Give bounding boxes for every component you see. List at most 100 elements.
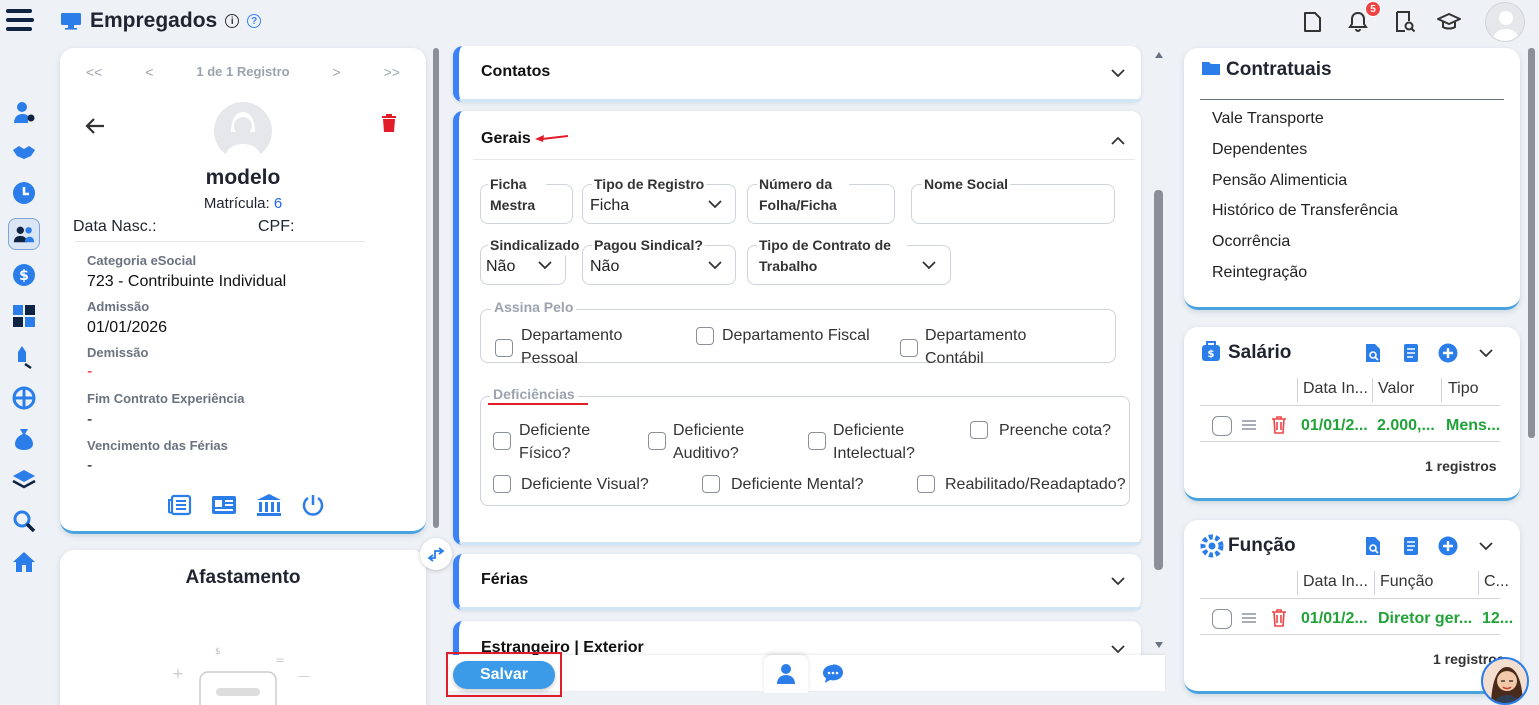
prev-record-button[interactable]: <	[145, 64, 153, 80]
checkbox-deficiente-auditivo[interactable]	[648, 432, 666, 450]
funcao-col-funcao[interactable]: Função	[1380, 573, 1433, 591]
trash-icon[interactable]	[1271, 609, 1287, 627]
graduation-cap-icon[interactable]	[1436, 9, 1462, 35]
add-icon[interactable]	[1438, 536, 1458, 556]
chat-icon[interactable]	[822, 664, 844, 684]
chevron-down-icon[interactable]	[1111, 574, 1125, 588]
salario-col-data[interactable]: Data In...	[1303, 380, 1368, 398]
svg-text:+: +	[172, 666, 184, 682]
assistant-avatar[interactable]	[1481, 657, 1529, 705]
chevron-up-icon[interactable]	[1111, 134, 1125, 148]
chevron-down-icon[interactable]	[708, 260, 722, 270]
section-gerais-title[interactable]: Gerais	[481, 130, 531, 148]
section-contatos[interactable]: Contatos	[453, 46, 1141, 102]
checkbox-reabilitado[interactable]	[917, 475, 935, 493]
handshake-icon[interactable]	[8, 136, 40, 168]
checkbox-departamento-pessoal[interactable]	[495, 339, 513, 357]
rocket-icon[interactable]	[8, 341, 40, 373]
checkbox-label-reabilitado: Reabilitado/Readaptado?	[945, 476, 1126, 493]
link-dependentes[interactable]: Dependentes	[1212, 141, 1307, 159]
page-title: Empregados i ?	[60, 9, 262, 33]
sindicalizado-value: Não	[486, 258, 516, 275]
field-value-demissao: -	[87, 363, 93, 380]
checkbox-deficiente-fisico[interactable]	[493, 432, 511, 450]
link-ocorrencia[interactable]: Ocorrência	[1212, 233, 1290, 251]
notifications-button[interactable]: 5	[1345, 1, 1381, 35]
employee-settings-icon[interactable]	[8, 96, 40, 128]
first-record-button[interactable]: <<	[86, 64, 102, 80]
last-record-button[interactable]: >>	[384, 64, 400, 80]
employees-icon[interactable]	[8, 218, 40, 250]
svg-text:$: $	[19, 268, 29, 284]
checkbox-deficiente-intelectual[interactable]	[808, 432, 826, 450]
chevron-down-icon[interactable]	[922, 260, 936, 270]
back-arrow-icon[interactable]	[84, 116, 106, 136]
document-icon[interactable]	[1299, 9, 1325, 35]
checkbox-departamento-fiscal[interactable]	[696, 327, 714, 345]
empty-illustration-icon: $ + = —	[172, 647, 310, 705]
clock-icon[interactable]	[8, 177, 40, 209]
dollar-icon[interactable]: $	[8, 259, 40, 291]
chevron-down-icon[interactable]	[1479, 541, 1493, 551]
salario-col-valor[interactable]: Valor	[1378, 380, 1414, 398]
user-avatar[interactable]	[1485, 2, 1525, 42]
section-estrangeiro[interactable]: Estrangeiro | Exterior	[453, 621, 1141, 655]
scroll-document-icon[interactable]	[1402, 343, 1420, 363]
ficha-mestra-label-overlay: Ficha Mestra	[488, 174, 546, 216]
nome-social-label: Nome Social	[922, 174, 1011, 195]
checkbox-preenche-cota[interactable]	[970, 421, 988, 439]
sindicalizado-label: Sindicalizado	[488, 235, 582, 256]
help-icon[interactable]: ?	[247, 14, 262, 28]
salario-cell-tipo: Mens...	[1446, 417, 1501, 434]
pagou-sindical-value: Não	[590, 258, 620, 275]
money-bag-icon[interactable]	[8, 423, 40, 455]
checkbox-departamento-contabil[interactable]	[900, 339, 918, 357]
add-icon[interactable]	[1438, 343, 1458, 363]
layers-icon[interactable]	[8, 464, 40, 496]
funcao-col-data[interactable]: Data In...	[1303, 573, 1368, 591]
salario-row-checkbox[interactable]	[1212, 416, 1232, 436]
middle-scrollbar-thumb[interactable]	[1154, 190, 1163, 570]
link-reintegracao[interactable]: Reintegração	[1212, 264, 1307, 282]
chevron-down-icon[interactable]	[1479, 348, 1493, 358]
next-record-button[interactable]: >	[333, 64, 341, 80]
power-icon[interactable]	[301, 493, 325, 517]
network-icon[interactable]	[8, 382, 40, 414]
report-search-icon[interactable]	[1391, 9, 1417, 35]
salario-title: Salário	[1228, 342, 1292, 363]
info-icon[interactable]: i	[225, 14, 240, 28]
drag-handle-icon[interactable]	[1242, 612, 1256, 624]
trash-icon[interactable]	[1271, 416, 1287, 434]
scroll-document-icon[interactable]	[1402, 536, 1420, 556]
checkbox-label-deficiente-intelectual: Deficiente Intelectual?	[833, 422, 915, 462]
link-vale-transporte[interactable]: Vale Transporte	[1212, 110, 1324, 128]
section-ferias[interactable]: Férias	[453, 554, 1141, 610]
news-icon[interactable]	[168, 494, 192, 516]
checkbox-deficiente-mental[interactable]	[702, 475, 720, 493]
search-document-icon[interactable]	[1364, 343, 1382, 363]
calculator-icon[interactable]	[8, 300, 40, 332]
salario-col-tipo[interactable]: Tipo	[1448, 380, 1479, 398]
id-card-icon[interactable]	[211, 494, 237, 516]
search-document-icon[interactable]	[1364, 536, 1382, 556]
right-scrollbar[interactable]	[1528, 48, 1535, 438]
tab-person[interactable]	[764, 655, 808, 693]
chevron-down-icon[interactable]	[538, 260, 552, 270]
bank-icon[interactable]	[256, 493, 282, 517]
chevron-down-icon[interactable]	[1111, 642, 1125, 655]
hamburger-menu-icon[interactable]	[6, 9, 34, 37]
drag-handle-icon[interactable]	[1242, 419, 1256, 431]
search-icon[interactable]	[8, 505, 40, 537]
left-scrollbar[interactable]	[433, 48, 439, 528]
home-icon[interactable]	[8, 546, 40, 578]
checkbox-deficiente-visual[interactable]	[493, 475, 511, 493]
chevron-down-icon[interactable]	[1111, 66, 1125, 80]
chevron-down-icon[interactable]	[708, 199, 722, 209]
funcao-row-checkbox[interactable]	[1212, 609, 1232, 629]
funcao-col-c[interactable]: C...	[1484, 573, 1509, 591]
link-historico-transferencia[interactable]: Histórico de Transferência	[1212, 202, 1398, 220]
link-pensao-alimenticia[interactable]: Pensão Alimenticia	[1212, 172, 1347, 190]
svg-text:$: $	[215, 647, 221, 657]
trash-icon[interactable]	[381, 114, 397, 132]
field-label-admissao: Admissão	[87, 299, 150, 314]
